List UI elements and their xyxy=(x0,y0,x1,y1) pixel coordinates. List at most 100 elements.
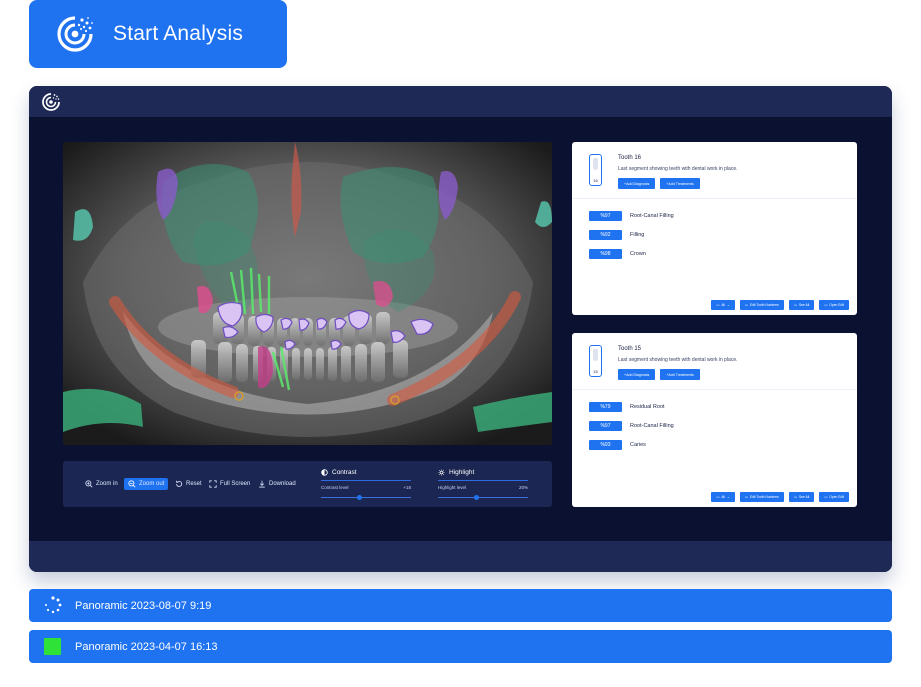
tooth-card: 15 Tooth 15 Last segment showing teeth w… xyxy=(572,333,857,507)
finding-label: Root-Canal Filling xyxy=(630,213,674,219)
folder-icon: ▭ xyxy=(716,303,720,307)
see-all-button[interactable]: ▭ See All xyxy=(788,492,815,502)
reset-button[interactable]: Reset xyxy=(171,478,206,490)
scan-label: Panoramic 2023-08-07 9:19 xyxy=(75,599,212,612)
contrast-level-label: Contrast level xyxy=(321,485,349,490)
edit-icon: ▭ xyxy=(744,303,748,307)
full-screen-label: Full Screen xyxy=(220,481,251,487)
see-all-label: See All xyxy=(798,303,810,307)
contrast-level-value: +18 xyxy=(403,485,411,490)
finding-row[interactable]: %98 Crown xyxy=(589,249,646,259)
full-screen-button[interactable]: Full Screen xyxy=(205,478,254,490)
logo-icon xyxy=(57,16,93,52)
tooth-description: Last segment showing teeth with dental w… xyxy=(618,357,738,363)
finding-label: Crown xyxy=(630,251,646,257)
open-icon: ▭ xyxy=(824,495,828,499)
contrast-slider[interactable] xyxy=(321,495,411,500)
start-analysis-label: Start Analysis xyxy=(113,22,244,45)
finding-row[interactable]: %97 Root-Canal Filling xyxy=(589,211,674,221)
finding-label: Residual Root xyxy=(630,404,665,410)
contrast-control: Contrast Contrast level +18 xyxy=(321,469,411,500)
filter-all-dropdown[interactable]: ▭ All ⌄ xyxy=(711,300,735,310)
tooth-icon xyxy=(593,349,598,361)
finding-row[interactable]: %79 Residual Root xyxy=(589,402,665,412)
confidence-badge: %79 xyxy=(589,402,622,412)
highlight-control: Highlight Highlight level 20% xyxy=(438,469,528,500)
see-all-label: See All xyxy=(798,495,810,499)
tooth-icon xyxy=(593,158,598,170)
confidence-badge: %97 xyxy=(589,421,622,431)
reset-label: Reset xyxy=(186,481,202,487)
tooth-title: Tooth 16 xyxy=(618,155,642,161)
tooth-description: Last segment showing teeth with dental w… xyxy=(618,166,738,172)
open-edit-button[interactable]: ▭ Open Edit xyxy=(819,492,849,502)
finding-label: Root-Canal Filling xyxy=(630,423,674,429)
status-complete-icon xyxy=(44,638,61,655)
scan-list-item[interactable]: Panoramic 2023-04-07 16:13 xyxy=(29,630,892,663)
zoom-in-icon xyxy=(85,480,93,488)
edit-tooth-numbers-label: Edit Tooth Numbers xyxy=(749,303,779,307)
add-diagnosis-button[interactable]: +Add Diagnosis xyxy=(618,369,656,380)
panoramic-xray-image[interactable] xyxy=(63,142,552,445)
viewer-window: Zoom in Zoom out Reset Full Screen Downl… xyxy=(29,86,892,572)
zoom-out-label: Zoom out xyxy=(139,481,165,487)
zoom-out-icon xyxy=(128,480,136,488)
edit-tooth-numbers-button[interactable]: ▭ Edit Tooth Numbers xyxy=(739,300,784,310)
highlight-slider[interactable] xyxy=(438,495,528,500)
contrast-slider-handle[interactable] xyxy=(357,495,362,500)
loading-spinner-icon xyxy=(45,596,62,614)
filter-all-label: All xyxy=(721,495,726,499)
reset-icon xyxy=(175,480,183,487)
download-button[interactable]: Download xyxy=(254,478,300,490)
confidence-badge: %98 xyxy=(589,249,622,259)
filter-all-label: All xyxy=(721,303,726,307)
folder-icon: ▭ xyxy=(716,495,720,499)
chevron-down-icon: ⌄ xyxy=(727,303,730,307)
add-treatments-button[interactable]: +Add Treatments xyxy=(660,178,700,189)
highlight-slider-handle[interactable] xyxy=(474,495,479,500)
highlight-level-label: Highlight level xyxy=(438,485,467,490)
add-diagnosis-button[interactable]: +Add Diagnosis xyxy=(618,178,656,189)
highlight-level-value: 20% xyxy=(518,485,528,490)
chevron-down-icon: ⌄ xyxy=(727,495,730,499)
start-analysis-button[interactable]: Start Analysis xyxy=(29,0,287,68)
logo-icon xyxy=(42,92,60,111)
tooth-card: 16 Tooth 16 Last segment showing teeth w… xyxy=(572,142,857,315)
edit-icon: ▭ xyxy=(744,495,748,499)
tooth-title: Tooth 15 xyxy=(618,346,642,352)
finding-row[interactable]: %97 Root-Canal Filling xyxy=(589,421,674,431)
zoom-in-button[interactable]: Zoom in xyxy=(81,478,122,490)
open-edit-button[interactable]: ▭ Open Edit xyxy=(819,300,849,310)
confidence-badge: %92 xyxy=(589,230,622,240)
highlight-title: Highlight xyxy=(449,469,475,476)
scan-label: Panoramic 2023-04-07 16:13 xyxy=(75,640,218,653)
download-label: Download xyxy=(269,481,296,487)
open-edit-label: Open Edit xyxy=(829,303,844,307)
filter-all-dropdown[interactable]: ▭ All ⌄ xyxy=(711,492,735,502)
add-treatments-button[interactable]: +Add Treatments xyxy=(660,369,700,380)
tooth-number: 15 xyxy=(593,369,598,374)
contrast-title: Contrast xyxy=(332,469,357,476)
image-toolbar: Zoom in Zoom out Reset Full Screen Downl… xyxy=(63,461,552,507)
highlight-icon xyxy=(438,469,445,476)
edit-tooth-numbers-label: Edit Tooth Numbers xyxy=(749,495,779,499)
finding-label: Filling xyxy=(630,232,645,238)
eye-icon: ▭ xyxy=(793,495,797,499)
open-icon: ▭ xyxy=(824,303,828,307)
tooth-number: 16 xyxy=(593,178,598,183)
open-edit-label: Open Edit xyxy=(829,495,844,499)
edit-tooth-numbers-button[interactable]: ▭ Edit Tooth Numbers xyxy=(739,492,784,502)
zoom-out-button[interactable]: Zoom out xyxy=(124,478,169,490)
finding-row[interactable]: %93 Caries xyxy=(589,440,646,450)
scan-list-item[interactable]: Panoramic 2023-08-07 9:19 xyxy=(29,589,892,622)
viewer-header xyxy=(29,86,892,117)
tooth-thumbnail: 16 xyxy=(589,154,602,186)
see-all-button[interactable]: ▭ See All xyxy=(788,300,815,310)
tooth-thumbnail: 15 xyxy=(589,345,602,377)
eye-icon: ▭ xyxy=(793,303,797,307)
viewer-footer xyxy=(29,541,892,572)
download-icon xyxy=(259,480,265,488)
finding-row[interactable]: %92 Filling xyxy=(589,230,644,240)
finding-label: Caries xyxy=(630,442,646,448)
confidence-badge: %97 xyxy=(589,211,622,221)
